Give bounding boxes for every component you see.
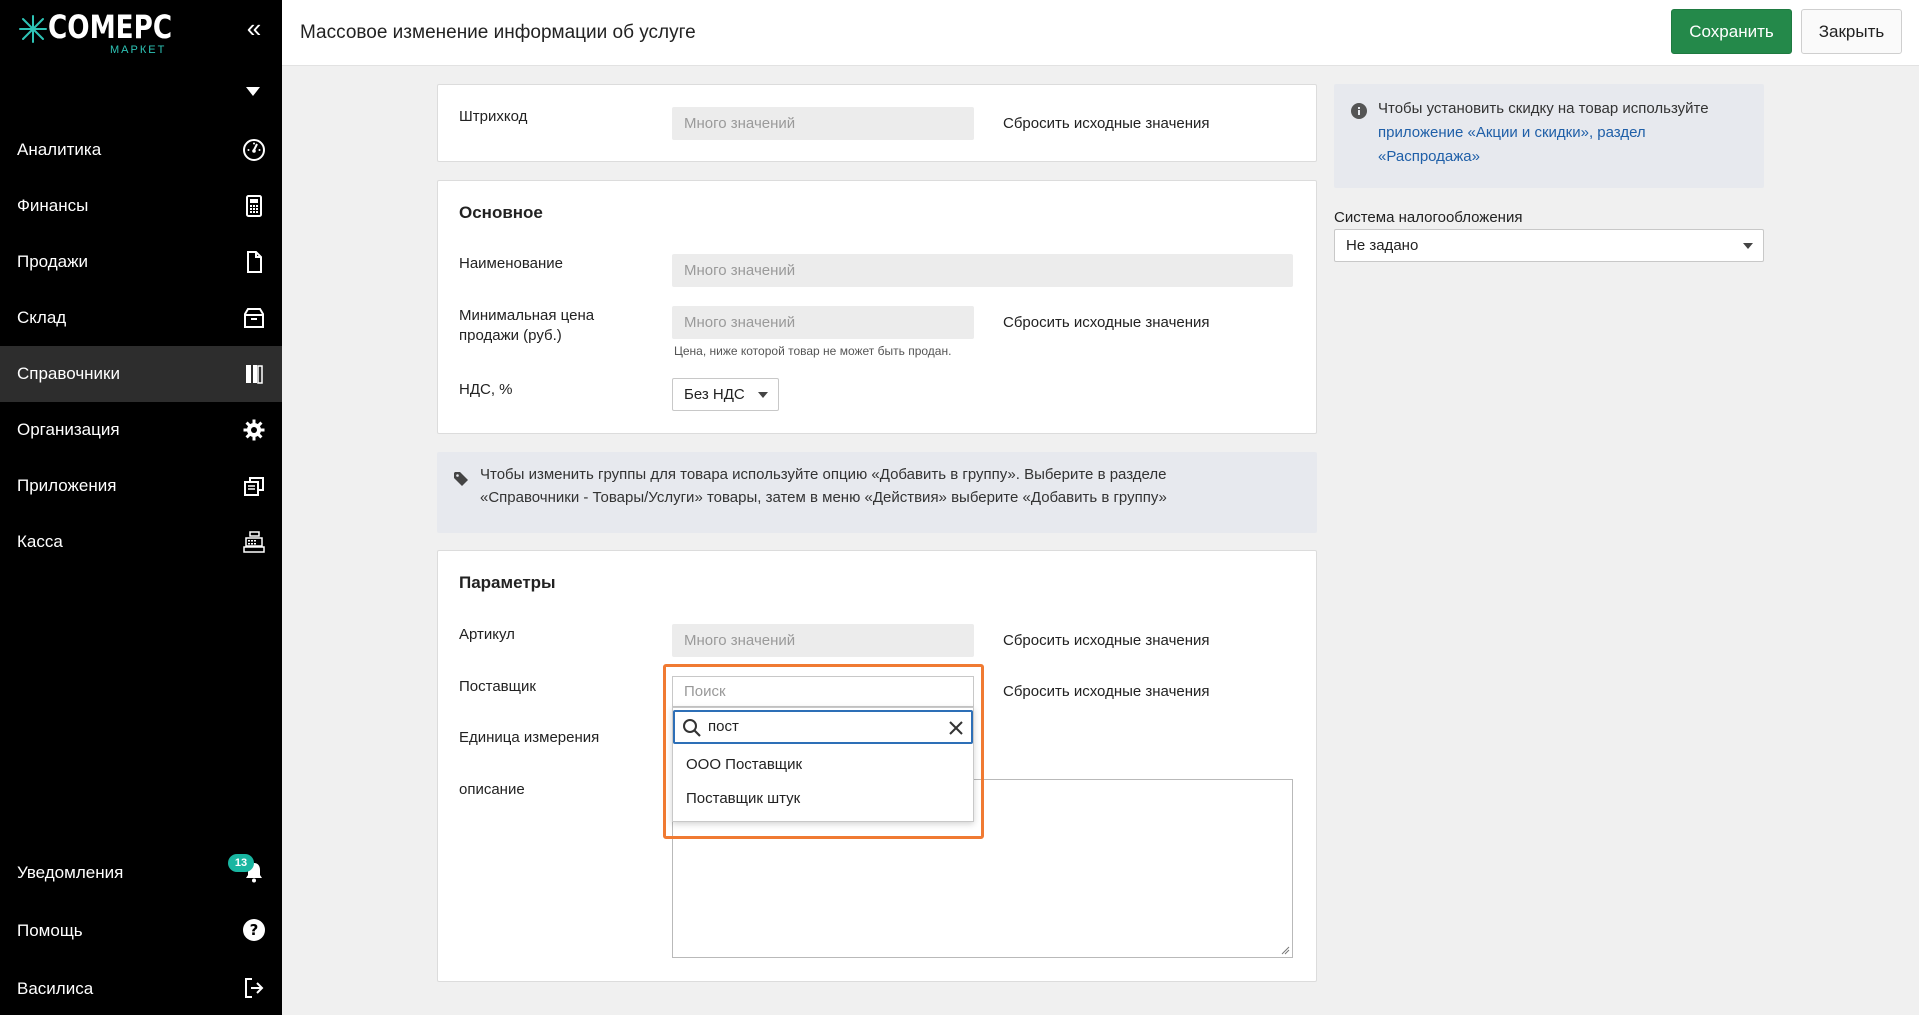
vat-select[interactable]: Без НДС: [672, 378, 779, 411]
barcode-field[interactable]: Много значений: [672, 107, 974, 140]
page-header: Массовое изменение информации об услуге …: [282, 0, 1919, 66]
cash-register-icon: [243, 531, 265, 553]
tag-icon: [454, 472, 468, 486]
sidebar-item-user[interactable]: Василиса: [0, 960, 282, 1015]
svg-text:?: ?: [250, 921, 259, 939]
article-label: Артикул: [459, 626, 515, 643]
chevron-down-icon: [1743, 243, 1753, 249]
min-price-label-line2: продажи (руб.): [459, 327, 562, 344]
sale-section-link[interactable]: «Распродажа»: [1378, 145, 1480, 168]
sidebar-item-apps[interactable]: Приложения: [0, 458, 282, 514]
description-label: описание: [459, 781, 525, 798]
sidebar-item-warehouse[interactable]: Склад: [0, 290, 282, 346]
main-section-title: Основное: [459, 203, 543, 222]
notifications-badge: 13: [228, 854, 254, 872]
resize-handle-icon[interactable]: [1280, 945, 1290, 955]
calculator-icon: [246, 195, 262, 217]
sidebar-item-label: Справочники: [17, 364, 120, 383]
sidebar: COMEPC МАРКЕТ « Аналитика Финансы Продаж…: [0, 0, 282, 1015]
document-icon: [247, 251, 262, 273]
sidebar-item-label: Аналитика: [17, 140, 102, 159]
brand-sub: МАРКЕТ: [110, 44, 167, 56]
brand-name: COMEPC: [48, 8, 173, 46]
vat-label: НДС, %: [459, 381, 513, 398]
groups-info-line2: «Справочники - Товары/Услуги» товары, за…: [480, 489, 1167, 506]
discount-app-link[interactable]: приложение «Акции и скидки», раздел: [1378, 121, 1646, 144]
sidebar-nav: Аналитика Финансы Продажи Склад Справочн…: [0, 122, 282, 570]
chevron-down-icon: [758, 392, 768, 398]
help-icon: ?: [243, 919, 265, 941]
vat-select-value: Без НДС: [684, 386, 745, 403]
brand-logo[interactable]: COMEPC МАРКЕТ: [18, 8, 178, 56]
sidebar-item-label: Организация: [17, 420, 120, 439]
barcode-label: Штрихкод: [459, 108, 528, 125]
gear-icon: [243, 419, 265, 441]
close-button[interactable]: Закрыть: [1801, 9, 1902, 54]
page-title: Массовое изменение информации об услуге: [300, 22, 696, 43]
sidebar-item-label: Приложения: [17, 476, 117, 495]
save-button[interactable]: Сохранить: [1671, 9, 1792, 54]
sidebar-item-label: Василиса: [17, 979, 94, 998]
books-icon: [246, 365, 263, 384]
barcode-reset-link[interactable]: Сбросить исходные значения: [1003, 115, 1210, 132]
article-field[interactable]: Много значений: [672, 624, 974, 657]
sidebar-item-notifications[interactable]: Уведомления 13: [0, 844, 282, 902]
sidebar-item-label: Касса: [17, 532, 63, 551]
unit-label: Единица измерения: [459, 729, 600, 746]
sidebar-item-label: Помощь: [17, 921, 83, 940]
logo-star-icon: [19, 15, 47, 43]
supplier-reset-link[interactable]: Сбросить исходные значения: [1003, 683, 1210, 700]
name-field[interactable]: Много значений: [672, 254, 1293, 287]
min-price-reset-link[interactable]: Сбросить исходные значения: [1003, 314, 1210, 331]
min-price-hint: Цена, ниже которой товар не может быть п…: [674, 344, 952, 358]
dashboard-icon: [243, 139, 265, 161]
info-icon: [1351, 103, 1367, 119]
sidebar-item-help[interactable]: Помощь ?: [0, 902, 282, 960]
min-price-field[interactable]: Много значений: [672, 306, 974, 339]
discount-info-box: Чтобы установить скидку на товар использ…: [1334, 84, 1764, 188]
collapse-sidebar-icon[interactable]: «: [240, 14, 268, 42]
groups-info-line1: Чтобы изменить группы для товара использ…: [480, 466, 1167, 483]
article-reset-link[interactable]: Сбросить исходные значения: [1003, 632, 1210, 649]
sidebar-item-label: Продажи: [17, 252, 88, 271]
params-section-title: Параметры: [459, 573, 556, 592]
tax-label: Система налогообложения: [1334, 209, 1523, 226]
min-price-label-line1: Минимальная цена: [459, 307, 595, 324]
discount-info-text: Чтобы установить скидку на товар использ…: [1378, 100, 1709, 117]
windows-icon: [244, 477, 264, 496]
groups-info-box: Чтобы изменить группы для товара использ…: [437, 452, 1317, 533]
chevron-down-icon[interactable]: [244, 84, 262, 98]
sidebar-item-references[interactable]: Справочники: [0, 346, 282, 402]
sidebar-bottom: Уведомления 13 Помощь ? Василиса: [0, 844, 282, 1015]
tax-select[interactable]: Не задано: [1334, 229, 1764, 262]
highlight-frame: [663, 664, 984, 839]
sidebar-item-label: Склад: [17, 308, 67, 327]
supplier-label: Поставщик: [459, 678, 536, 695]
box-icon: [244, 308, 264, 328]
logout-icon: [245, 978, 264, 998]
sidebar-item-cashdesk[interactable]: Касса: [0, 514, 282, 570]
tax-select-value: Не задано: [1346, 237, 1419, 254]
sidebar-item-label: Финансы: [17, 196, 89, 215]
name-label: Наименование: [459, 255, 563, 272]
sidebar-item-analytics[interactable]: Аналитика: [0, 122, 282, 178]
sidebar-item-organization[interactable]: Организация: [0, 402, 282, 458]
sidebar-item-finance[interactable]: Финансы: [0, 178, 282, 234]
sidebar-item-sales[interactable]: Продажи: [0, 234, 282, 290]
sidebar-item-label: Уведомления: [17, 863, 124, 882]
